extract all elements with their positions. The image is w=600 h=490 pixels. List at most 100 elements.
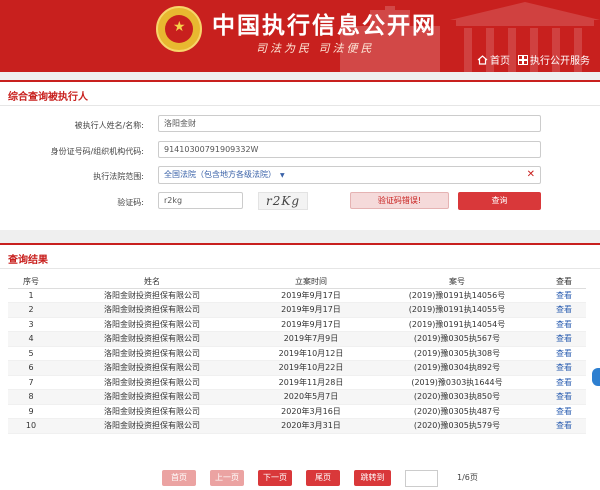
page-info: 1/6页: [457, 473, 478, 482]
cell-name: 洛阳金财投资担保有限公司: [54, 418, 250, 434]
table-row: 6 洛阳金财投资担保有限公司 2019年10月22日 (2019)豫0304执8…: [8, 360, 586, 376]
nav-service[interactable]: 执行公开服务: [518, 52, 590, 67]
cell-date: 2019年7月9日: [250, 331, 372, 347]
cell-index: 1: [8, 288, 54, 303]
cell-case: (2019)豫0191执14054号: [372, 317, 542, 332]
cell-case: (2019)豫0303执1644号: [372, 375, 542, 390]
name-input[interactable]: 洛阳金财: [158, 115, 541, 132]
cell-date: 2020年3月16日: [250, 404, 372, 419]
view-link[interactable]: 查看: [542, 302, 586, 318]
cell-name: 洛阳金财投资担保有限公司: [54, 288, 250, 303]
cell-name: 洛阳金财投资担保有限公司: [54, 389, 250, 405]
cell-date: 2020年3月31日: [250, 418, 372, 434]
table-row: 5 洛阳金财投资担保有限公司 2019年10月12日 (2019)豫0305执3…: [8, 346, 586, 361]
table-row: 7 洛阳金财投资担保有限公司 2019年11月28日 (2019)豫0303执1…: [8, 375, 586, 390]
cell-case: (2019)豫0191执14056号: [372, 288, 542, 303]
view-link[interactable]: 查看: [542, 375, 586, 390]
chevron-down-icon: ▼: [280, 172, 285, 179]
captcha-input[interactable]: r2kg: [158, 192, 243, 209]
cell-date: 2019年9月17日: [250, 288, 372, 303]
view-link[interactable]: 查看: [542, 404, 586, 419]
query-button[interactable]: 查询: [458, 192, 541, 210]
cell-case: (2020)豫0305执487号: [372, 404, 542, 419]
jump-button[interactable]: 跳转到: [354, 470, 391, 486]
cell-date: 2019年11月28日: [250, 375, 372, 390]
code-label: 验证码:: [117, 198, 144, 207]
view-link[interactable]: 查看: [542, 346, 586, 361]
cell-date: 2019年10月22日: [250, 360, 372, 376]
cell-index: 10: [8, 418, 54, 434]
cell-case: (2019)豫0304执892号: [372, 360, 542, 376]
cell-name: 洛阳金财投资担保有限公司: [54, 404, 250, 419]
nav-home[interactable]: 首页: [477, 52, 510, 67]
cell-index: 3: [8, 317, 54, 332]
court-emblem-icon: ★: [156, 6, 202, 52]
table-header-row: 序号 姓名 立案时间 案号 查看: [8, 276, 586, 289]
results-panel-title: 查询结果: [8, 255, 48, 266]
cell-case: (2019)豫0305执308号: [372, 346, 542, 361]
court-select[interactable]: 全国法院（包含地方各级法院） ▼ ✕: [158, 166, 541, 184]
table-row: 8 洛阳金财投资担保有限公司 2020年5月7日 (2020)豫0303执850…: [8, 389, 586, 405]
side-float-tab[interactable]: [592, 368, 600, 386]
cell-index: 2: [8, 302, 54, 318]
cell-date: 2019年10月12日: [250, 346, 372, 361]
table-row: 2 洛阳金财投资担保有限公司 2019年9月17日 (2019)豫0191执14…: [8, 302, 586, 318]
view-link[interactable]: 查看: [542, 360, 586, 376]
table-row: 9 洛阳金财投资担保有限公司 2020年3月16日 (2020)豫0305执48…: [8, 404, 586, 419]
site-title: 中国执行信息公开网: [212, 13, 437, 39]
table-row: 4 洛阳金财投资担保有限公司 2019年7月9日 (2019)豫0305执567…: [8, 331, 586, 347]
cell-name: 洛阳金财投资担保有限公司: [54, 346, 250, 361]
prev-page-button[interactable]: 上一页: [210, 470, 244, 486]
cell-case: (2019)豫0191执14055号: [372, 302, 542, 318]
cell-name: 洛阳金财投资担保有限公司: [54, 331, 250, 347]
home-icon: [477, 54, 488, 65]
table-row: 3 洛阳金财投资担保有限公司 2019年9月17日 (2019)豫0191执14…: [8, 317, 586, 332]
view-link[interactable]: 查看: [542, 288, 586, 303]
cell-case: (2019)豫0305执567号: [372, 331, 542, 347]
cell-index: 6: [8, 360, 54, 376]
cell-name: 洛阳金财投资担保有限公司: [54, 302, 250, 318]
id-input-value: 91410300791909332W: [164, 145, 259, 154]
site-slogan: 司法为民 司法便民: [256, 42, 375, 55]
col-header-date: 立案时间: [250, 276, 372, 289]
nav-service-label: 执行公开服务: [530, 56, 590, 67]
cell-name: 洛阳金财投资担保有限公司: [54, 360, 250, 376]
clear-icon[interactable]: ✕: [527, 167, 535, 182]
id-label: 身份证号码/组织机构代码:: [50, 147, 144, 156]
first-page-button[interactable]: 首页: [162, 470, 196, 486]
page-number-input[interactable]: [405, 470, 438, 487]
cell-name: 洛阳金财投资担保有限公司: [54, 375, 250, 390]
captcha-image[interactable]: r2Kg: [258, 192, 308, 210]
cell-index: 8: [8, 389, 54, 405]
view-link[interactable]: 查看: [542, 418, 586, 434]
grid-icon: [518, 54, 528, 65]
cell-index: 5: [8, 346, 54, 361]
id-input[interactable]: 91410300791909332W: [158, 141, 541, 158]
nav-home-label: 首页: [490, 56, 510, 67]
cell-index: 4: [8, 331, 54, 347]
captcha-error-badge: 验证码错误!: [350, 192, 449, 209]
captcha-input-value: r2kg: [164, 196, 183, 205]
next-page-button[interactable]: 下一页: [258, 470, 292, 486]
court-label: 执行法院范围:: [93, 172, 144, 181]
cell-index: 7: [8, 375, 54, 390]
table-row: 10 洛阳金财投资担保有限公司 2020年3月31日 (2020)豫0305执5…: [8, 418, 586, 434]
name-label: 被执行人姓名/名称:: [74, 121, 144, 130]
last-page-button[interactable]: 尾页: [306, 470, 340, 486]
query-panel-title: 综合查询被执行人: [8, 92, 88, 103]
cell-date: 2020年5月7日: [250, 389, 372, 405]
view-link[interactable]: 查看: [542, 317, 586, 332]
col-header-view: 查看: [542, 276, 586, 289]
name-input-value: 洛阳金财: [164, 119, 196, 128]
view-link[interactable]: 查看: [542, 389, 586, 405]
query-panel: 综合查询被执行人 被执行人姓名/名称: 洛阳金财 身份证号码/组织机构代码: 9…: [0, 80, 600, 230]
col-header-index: 序号: [8, 276, 54, 289]
results-table: 序号 姓名 立案时间 案号 查看 1 洛阳金财投资担保有限公司 2019年9月1…: [8, 276, 586, 434]
cell-date: 2019年9月17日: [250, 317, 372, 332]
col-header-case: 案号: [372, 276, 542, 289]
cell-case: (2020)豫0305执579号: [372, 418, 542, 434]
site-header: ★ 中国执行信息公开网 司法为民 司法便民 首页 执行公开服务: [0, 0, 600, 72]
table-row: 1 洛阳金财投资担保有限公司 2019年9月17日 (2019)豫0191执14…: [8, 288, 586, 303]
view-link[interactable]: 查看: [542, 331, 586, 347]
col-header-name: 姓名: [54, 276, 250, 289]
